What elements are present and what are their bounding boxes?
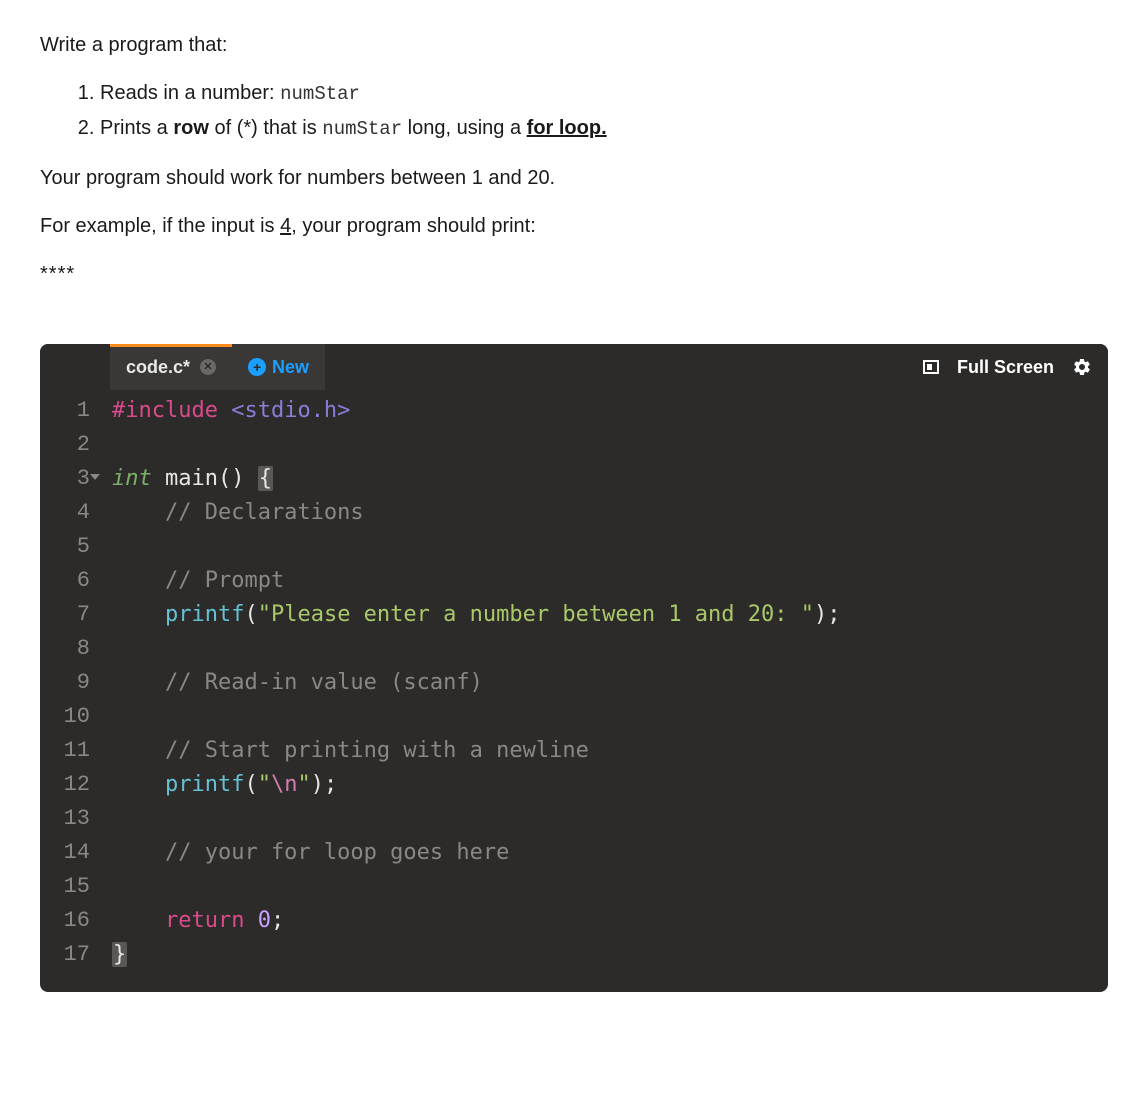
line-number: 17 (40, 938, 90, 972)
code-editor: code.c* ✕ + New Full Screen 123456789101… (40, 344, 1108, 992)
line-number: 5 (40, 530, 90, 564)
text: For example, if the input is (40, 215, 280, 237)
prompt-example: For example, if the input is 4, your pro… (40, 211, 1108, 241)
tok-punct: ); (311, 772, 338, 797)
tok-punct: ; (271, 908, 284, 933)
tok-comment: // Read-in value (scanf) (112, 670, 483, 695)
fullscreen-icon[interactable] (923, 360, 939, 374)
gear-icon[interactable] (1072, 357, 1092, 377)
line-number: 8 (40, 632, 90, 666)
close-icon[interactable]: ✕ (200, 359, 216, 375)
tok-string: " (258, 772, 271, 797)
fullscreen-button[interactable]: Full Screen (957, 354, 1054, 381)
indent (112, 908, 165, 933)
line-number: 15 (40, 870, 90, 904)
tok-brace: } (112, 942, 127, 967)
text: of (*) that is (209, 117, 322, 139)
line-number: 14 (40, 836, 90, 870)
tok-comment: // your for loop goes here (112, 840, 509, 865)
indent (112, 602, 165, 627)
prompt-item-1: Reads in a number: numStar (100, 78, 1108, 109)
plus-icon: + (248, 358, 266, 376)
tok-comment: // Start printing with a newline (112, 738, 589, 763)
text: long, using a (402, 117, 527, 139)
tok-func: printf (165, 772, 244, 797)
tok-punct: ); (814, 602, 841, 627)
prompt-range: Your program should work for numbers bet… (40, 163, 1108, 193)
tok-string: "Please enter a number between 1 and 20:… (258, 602, 814, 627)
space (244, 908, 257, 933)
tok-comment: // Declarations (112, 500, 364, 525)
tab-code-c[interactable]: code.c* ✕ (110, 344, 232, 390)
tok-func: printf (165, 602, 244, 627)
line-number: 9 (40, 666, 90, 700)
editor-tab-bar: code.c* ✕ + New Full Screen (40, 344, 1108, 390)
tok-comment: // Prompt (112, 568, 284, 593)
tok-ident: main() (152, 466, 258, 491)
line-number: 3 (40, 462, 90, 496)
line-number: 6 (40, 564, 90, 598)
prompt-item-2: Prints a row of (*) that is numStar long… (100, 113, 1108, 144)
code-content[interactable]: #include <stdio.h> int main() { // Decla… (100, 394, 841, 972)
tok-punct: ( (244, 602, 257, 627)
example-output: **** (40, 259, 1108, 289)
line-number: 4 (40, 496, 90, 530)
tok-string: " (297, 772, 310, 797)
line-number: 16 (40, 904, 90, 938)
line-number: 1 (40, 394, 90, 428)
text: Reads in a number: (100, 82, 280, 104)
text: , your program should print: (291, 215, 536, 237)
inline-code: numStar (280, 83, 360, 105)
line-number: 7 (40, 598, 90, 632)
tok-keyword: return (165, 908, 244, 933)
tok-brace: { (258, 466, 273, 491)
indent (112, 772, 165, 797)
underlined-bold: for loop. (527, 117, 607, 139)
tok-punct: ( (244, 772, 257, 797)
prompt-intro: Write a program that: (40, 30, 1108, 60)
tok-type: int (112, 466, 152, 491)
underlined: 4 (280, 215, 291, 237)
tok-include: <stdio.h> (231, 398, 350, 423)
line-number: 2 (40, 428, 90, 462)
tok-number: 0 (258, 908, 271, 933)
tab-label: code.c* (126, 354, 190, 381)
tab-label: New (272, 354, 309, 381)
editor-toolbar-right: Full Screen (923, 344, 1108, 390)
inline-code: numStar (322, 118, 402, 140)
tok-escape: \n (271, 772, 298, 797)
line-number: 11 (40, 734, 90, 768)
tok-preproc: #include (112, 398, 218, 423)
text: Prints a (100, 117, 173, 139)
bold-text: row (173, 117, 209, 139)
exercise-prompt: Write a program that: Reads in a number:… (40, 30, 1108, 289)
fold-icon[interactable] (90, 474, 100, 480)
line-number: 13 (40, 802, 90, 836)
tab-new[interactable]: + New (232, 344, 325, 390)
code-area[interactable]: 1234567891011121314151617 #include <stdi… (40, 390, 1108, 992)
line-number-gutter: 1234567891011121314151617 (40, 394, 100, 972)
line-number: 12 (40, 768, 90, 802)
prompt-list: Reads in a number: numStar Prints a row … (100, 78, 1108, 143)
line-number: 10 (40, 700, 90, 734)
